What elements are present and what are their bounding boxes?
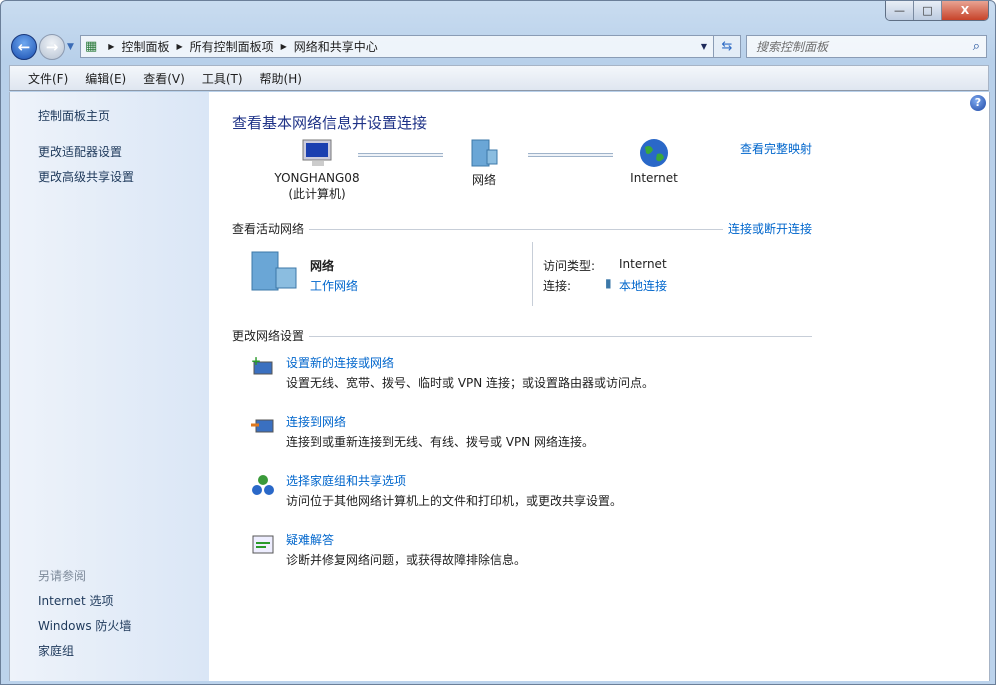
content-area: 控制面板主页 更改适配器设置 更改高级共享设置 另请参阅 Internet 选项… [9,92,990,681]
sidebar-homegroup[interactable]: 家庭组 [38,642,74,659]
address-dropdown-icon[interactable]: ▼ [701,42,707,51]
divider [309,229,723,230]
breadcrumb-all-items[interactable]: 所有控制面板项 [190,38,274,55]
menu-help[interactable]: 帮助(H) [260,70,302,87]
sidebar-home-link[interactable]: 控制面板主页 [38,107,110,124]
sidebar: 控制面板主页 更改适配器设置 更改高级共享设置 另请参阅 Internet 选项… [10,92,209,681]
network-type-link[interactable]: 工作网络 [310,277,358,294]
network-building-icon [471,139,498,167]
page-title: 查看基本网络信息并设置连接 [232,114,428,132]
change-settings-heading: 更改网络设置 [232,329,305,343]
back-button[interactable]: ← [11,34,37,60]
control-panel-icon: ▦ [85,39,98,54]
breadcrumb-control-panel[interactable]: 控制面板 [121,38,169,55]
ethernet-icon: ▮ [605,276,612,290]
recent-pages-dropdown[interactable]: ▼ [67,42,74,52]
search-icon[interactable]: ⌕ [973,39,980,54]
connect-disconnect-link[interactable]: 连接或断开连接 [728,220,812,237]
help-icon[interactable]: ? [970,95,986,111]
map-connector [358,153,443,157]
map-internet[interactable]: Internet [624,138,684,185]
sidebar-firewall[interactable]: Windows 防火墙 [38,617,131,634]
divider [309,336,812,337]
task-description: 诊断并修复网络问题，或获得故障排除信息。 [286,553,527,567]
troubleshoot-link[interactable]: 疑难解答 [286,531,334,548]
minimize-button[interactable]: — [886,1,914,20]
see-also-heading: 另请参阅 [38,569,87,583]
menu-bar: 文件(F) 编辑(E) 查看(V) 工具(T) 帮助(H) [9,65,989,91]
computer-icon [302,139,332,166]
window: — □ X ← → ▼ ▦ ▶ 控制面板 ▶ 所有控制面板项 ▶ 网络和共享中心… [0,0,996,685]
task-description: 连接到或重新连接到无线、有线、拨号或 VPN 网络连接。 [286,435,595,449]
menu-tools[interactable]: 工具(T) [202,70,243,87]
task-description: 设置无线、宽带、拨号、临时或 VPN 连接；或设置路由器或访问点。 [286,376,655,390]
arrow-right-icon: → [45,38,59,56]
setup-connection-link[interactable]: 设置新的连接或网络 [286,354,394,371]
active-network-name: 网络 [310,259,335,273]
view-full-map-link[interactable]: 查看完整映射 [740,140,812,157]
map-network[interactable]: 网络 [454,138,514,188]
homegroup-link[interactable]: 选择家庭组和共享选项 [286,472,406,489]
new-connection-icon: + [251,356,273,375]
globe-icon [640,139,668,167]
network-building-icon [251,251,297,291]
connect-network-link[interactable]: 连接到网络 [286,413,346,430]
map-computer[interactable]: YONGHANG08 (此计算机) [262,138,372,202]
breadcrumb-separator[interactable]: ▶ [108,42,114,51]
active-networks-heading: 查看活动网络 [232,222,305,236]
forward-button[interactable]: → [39,34,65,60]
search-placeholder: 搜索控制面板 [756,40,829,54]
homegroup-icon [252,475,274,495]
troubleshoot-icon [252,535,274,554]
internet-label: Internet [630,171,678,185]
divider [532,242,533,306]
connections-label: 连接: [543,279,572,293]
refresh-icon: ⇆ [721,39,733,54]
menu-edit[interactable]: 编辑(E) [85,70,126,87]
access-type-value: Internet [619,257,667,271]
sidebar-adapter-settings[interactable]: 更改适配器设置 [38,143,122,160]
sidebar-advanced-sharing[interactable]: 更改高级共享设置 [38,168,134,185]
access-type-label: 访问类型: [543,259,596,273]
arrow-left-icon: ← [17,38,31,56]
main-panel: ? 查看基本网络信息并设置连接 查看完整映射 YONGHANG08 (此计算机)… [209,92,989,681]
task-description: 访问位于其他网络计算机上的文件和打印机，或更改共享设置。 [286,494,623,508]
sidebar-internet-options[interactable]: Internet 选项 [38,592,113,609]
breadcrumb-network-center[interactable]: 网络和共享中心 [294,38,378,55]
refresh-button[interactable]: ⇆ [714,35,741,58]
computer-sub: (此计算机) [288,187,346,201]
breadcrumb-separator[interactable]: ▶ [281,42,287,51]
breadcrumb-separator[interactable]: ▶ [176,42,182,51]
search-input[interactable]: 搜索控制面板 ⌕ [746,35,987,58]
svg-text:+: + [251,356,261,368]
menu-file[interactable]: 文件(F) [28,70,68,87]
navigation-buttons: ← → ▼ [11,34,74,60]
computer-name: YONGHANG08 [274,171,360,185]
caption-buttons: — □ X [885,1,989,21]
connect-network-icon [251,419,274,433]
network-label: 网络 [471,173,496,187]
local-connection-link[interactable]: 本地连接 [619,277,667,294]
close-button[interactable]: X [942,1,988,20]
maximize-button[interactable]: □ [914,1,942,20]
menu-view[interactable]: 查看(V) [143,70,185,87]
address-bar[interactable]: ▦ ▶ 控制面板 ▶ 所有控制面板项 ▶ 网络和共享中心 ▼ [80,35,714,58]
map-connector [528,153,613,157]
